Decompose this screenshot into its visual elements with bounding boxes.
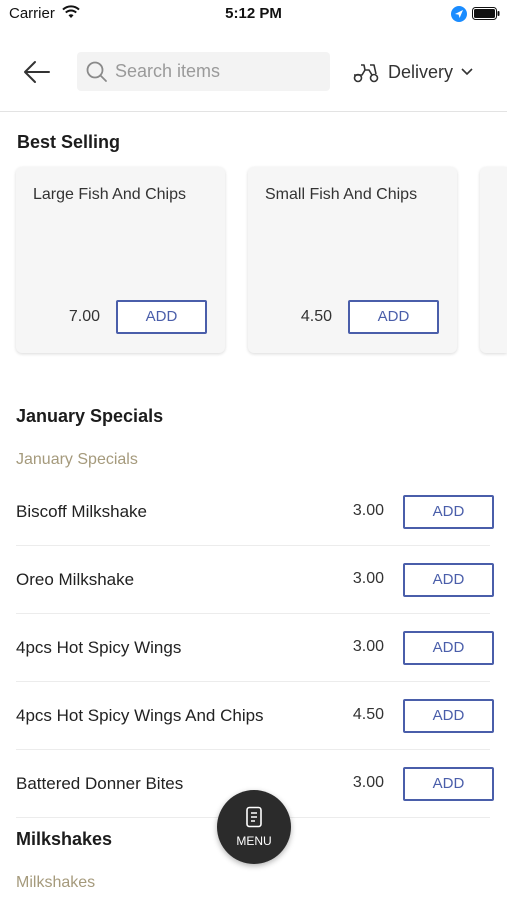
delivery-label: Delivery (388, 61, 454, 82)
item-name: 4pcs Hot Spicy Wings (16, 638, 182, 657)
add-button[interactable]: ADD (116, 300, 207, 334)
add-button[interactable]: ADD (403, 631, 494, 665)
status-time: 5:12 PM (225, 5, 282, 22)
item-name: 4pcs Hot Spicy Wings And Chips (16, 706, 264, 725)
add-button[interactable]: ADD (403, 699, 494, 733)
back-arrow-icon[interactable] (22, 58, 52, 86)
list-item[interactable]: Biscoff Milkshake 3.00 ADD (16, 478, 494, 546)
item-price: 3.00 (352, 502, 384, 519)
item-name: Oreo Milkshake (16, 570, 135, 589)
chevron-down-icon (461, 68, 473, 76)
best-selling-card-partial[interactable] (480, 167, 507, 353)
list-item[interactable]: Oreo Milkshake 3.00 ADD (16, 546, 494, 614)
add-button[interactable]: ADD (403, 563, 494, 597)
item-name: Biscoff Milkshake (16, 502, 148, 521)
menu-button[interactable]: MENU (217, 790, 291, 864)
best-selling-title: Best Selling (17, 132, 121, 152)
item-price: 3.00 (352, 774, 384, 791)
milkshakes-subtitle: Milkshakes (16, 874, 96, 891)
scooter-icon (353, 64, 379, 83)
card-item-name: Small Fish And Chips (265, 186, 418, 203)
location-icon (451, 6, 467, 22)
milkshakes-title: Milkshakes (16, 829, 113, 849)
january-specials-subtitle: January Specials (16, 451, 138, 468)
status-bar: Carrier 5:12 PM (0, 0, 507, 28)
search-box[interactable] (77, 52, 330, 91)
search-input[interactable] (115, 52, 320, 91)
menu-button-label: MENU (236, 834, 272, 848)
item-price: 3.00 (352, 638, 384, 655)
item-price: 4.50 (352, 706, 384, 723)
item-name: Battered Donner Bites (16, 774, 184, 793)
menu-book-icon (246, 806, 262, 828)
add-button[interactable]: ADD (348, 300, 439, 334)
card-item-price: 4.50 (300, 308, 332, 325)
card-item-price: 7.00 (68, 308, 100, 325)
delivery-selector[interactable]: Delivery (352, 58, 473, 86)
best-selling-card[interactable]: Small Fish And Chips 4.50 ADD (248, 167, 457, 353)
list-item[interactable]: 4pcs Hot Spicy Wings 3.00 ADD (16, 614, 494, 682)
best-selling-card[interactable]: Large Fish And Chips 7.00 ADD (16, 167, 225, 353)
add-button[interactable]: ADD (403, 767, 494, 801)
january-specials-title: January Specials (16, 406, 164, 426)
battery-icon (472, 7, 500, 20)
add-button[interactable]: ADD (403, 495, 494, 529)
list-item[interactable]: 4pcs Hot Spicy Wings And Chips 4.50 ADD (16, 682, 494, 750)
header: Delivery (0, 40, 507, 112)
card-item-name: Large Fish And Chips (33, 186, 186, 203)
item-price: 3.00 (352, 570, 384, 587)
search-icon (86, 61, 107, 82)
